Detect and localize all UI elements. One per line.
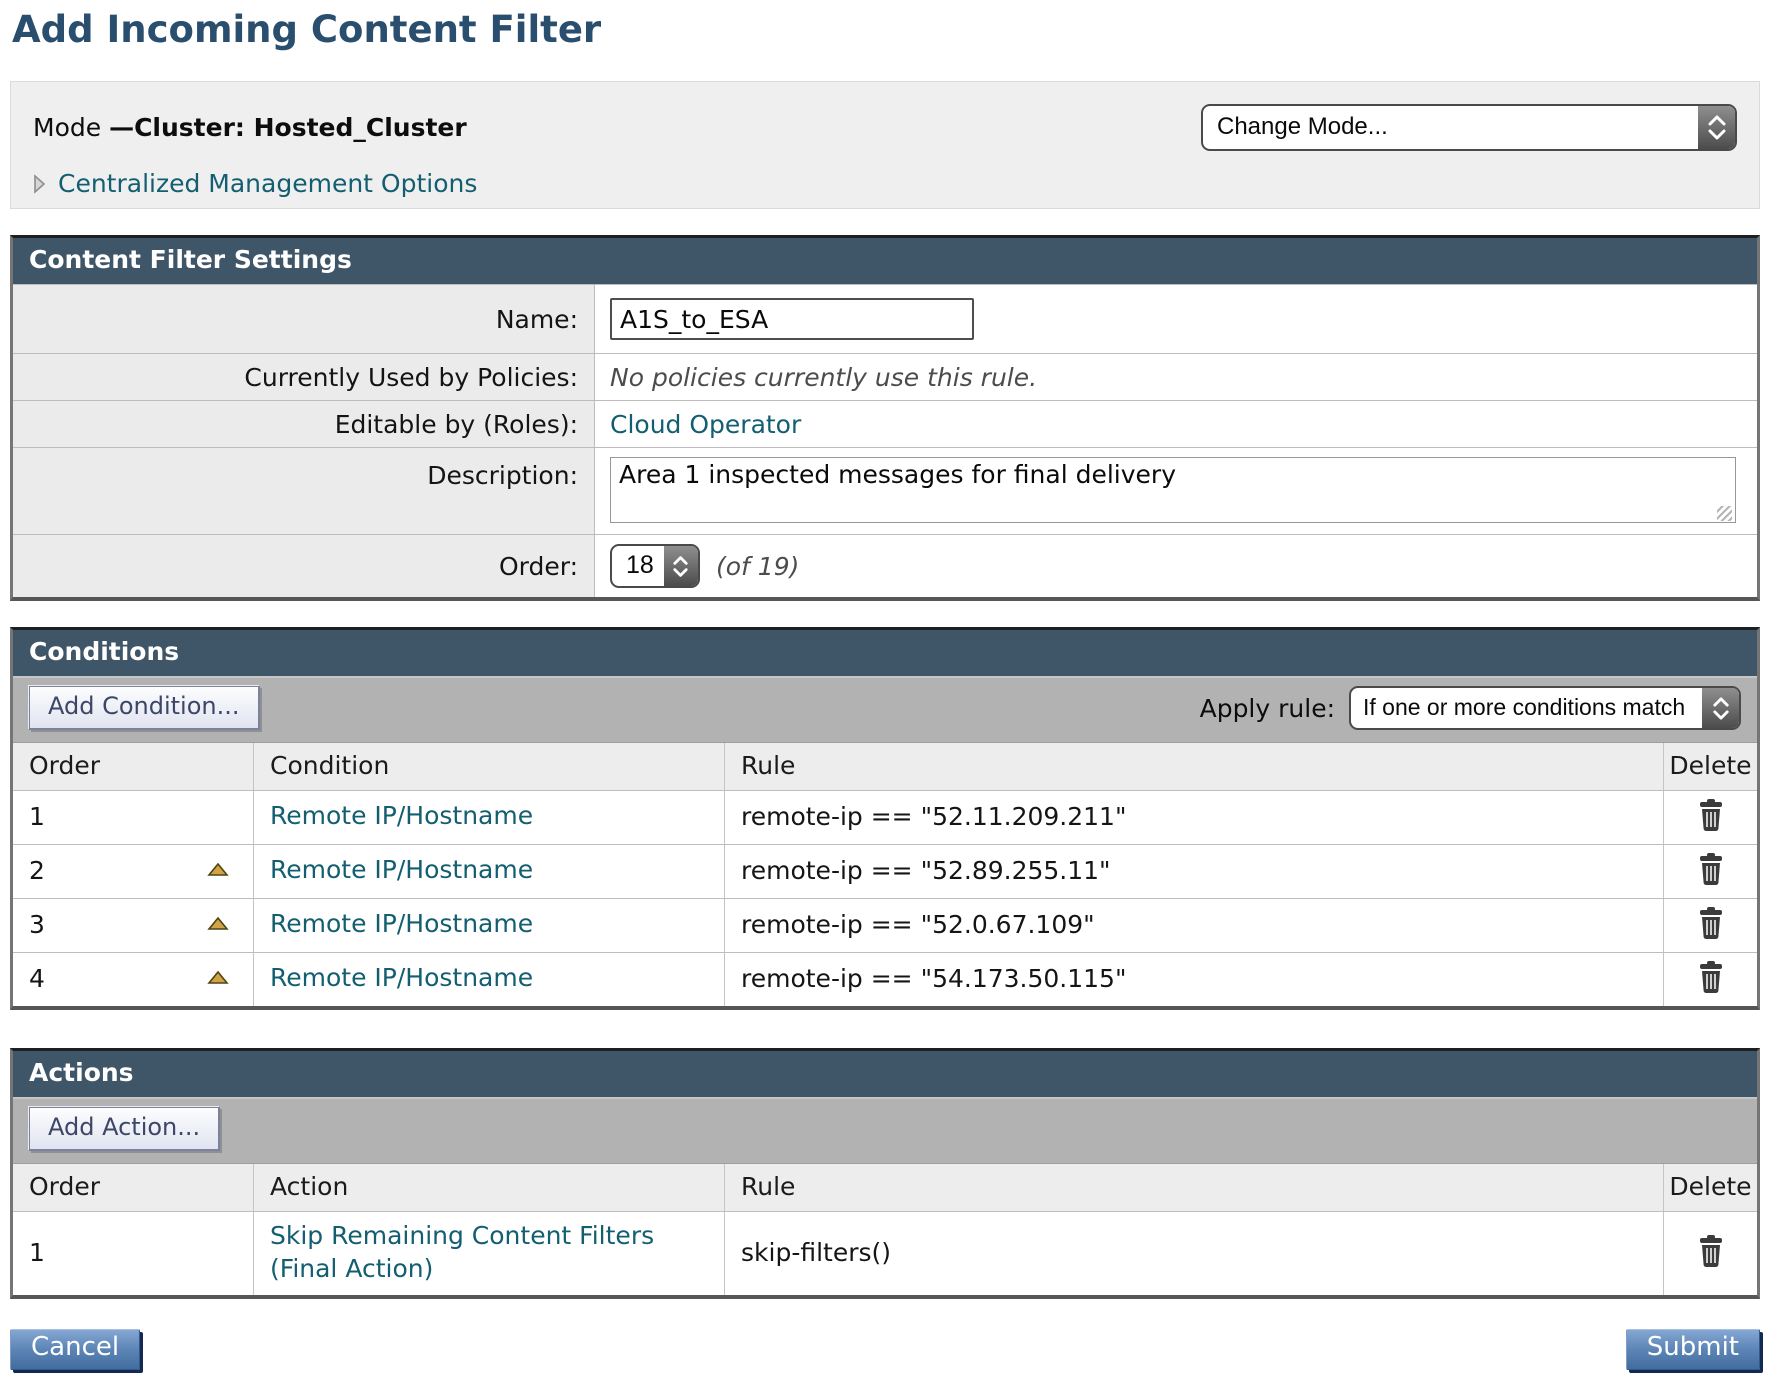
description-label: Description:	[13, 448, 595, 534]
condition-rule: remote-ip == "52.11.209.211"	[724, 791, 1663, 844]
trash-icon	[1697, 961, 1725, 996]
actions-section: Actions Add Action... Order Action Rule …	[10, 1048, 1760, 1299]
add-action-button[interactable]: Add Action...	[29, 1107, 220, 1151]
name-row: Name:	[13, 284, 1757, 353]
add-condition-button[interactable]: Add Condition...	[29, 686, 260, 730]
condition-order: 3	[29, 910, 45, 939]
order-selected-value: 18	[612, 546, 664, 586]
centralized-management-options-link[interactable]: Centralized Management Options	[58, 169, 477, 198]
actions-column-headers: Order Action Rule Delete	[13, 1164, 1757, 1211]
condition-order: 4	[29, 964, 45, 993]
condition-link[interactable]: Remote IP/Hostname	[270, 962, 533, 995]
submit-button[interactable]: Submit	[1626, 1329, 1760, 1370]
action-order: 1	[29, 1238, 45, 1267]
disclosure-triangle-icon[interactable]	[33, 174, 46, 194]
condition-link[interactable]: Remote IP/Hostname	[270, 908, 533, 941]
column-header-condition: Condition	[253, 743, 724, 790]
move-up-arrow-icon	[207, 916, 229, 934]
select-stepper-icon	[1702, 688, 1739, 728]
column-header-delete: Delete	[1663, 743, 1757, 790]
trash-icon	[1697, 907, 1725, 942]
actions-toolbar: Add Action...	[13, 1097, 1757, 1164]
delete-condition-button[interactable]	[1697, 799, 1725, 834]
move-up-button[interactable]	[207, 916, 229, 934]
description-row: Description: Area 1 inspected messages f…	[13, 447, 1757, 534]
editable-row: Editable by (Roles): Cloud Operator	[13, 400, 1757, 447]
description-textarea[interactable]: Area 1 inspected messages for final deli…	[610, 457, 1736, 523]
change-mode-selected-value: Change Mode...	[1203, 106, 1698, 149]
delete-condition-button[interactable]	[1697, 853, 1725, 888]
order-row: Order: 18 (of 19)	[13, 534, 1757, 597]
content-filter-settings-section: Content Filter Settings Name: Currently …	[10, 235, 1760, 601]
column-header-rule: Rule	[724, 743, 1663, 790]
column-header-action: Action	[253, 1164, 724, 1211]
conditions-toolbar: Add Condition... Apply rule: If one or m…	[13, 676, 1757, 743]
trash-icon	[1697, 1235, 1725, 1270]
trash-icon	[1697, 853, 1725, 888]
order-select[interactable]: 18	[610, 544, 700, 588]
column-header-rule: Rule	[724, 1164, 1663, 1211]
cancel-button[interactable]: Cancel	[10, 1329, 140, 1370]
conditions-section: Conditions Add Condition... Apply rule: …	[10, 627, 1760, 1010]
delete-action-button[interactable]	[1697, 1235, 1725, 1270]
mode-label: Mode	[33, 113, 109, 142]
policies-label: Currently Used by Policies:	[13, 354, 595, 400]
mode-panel: Mode —Cluster: Hosted_Cluster Change Mod…	[10, 81, 1760, 209]
select-stepper-icon	[1698, 106, 1735, 149]
condition-link[interactable]: Remote IP/Hostname	[270, 800, 533, 833]
order-label: Order:	[13, 535, 595, 597]
column-header-order: Order	[13, 743, 253, 790]
condition-order: 2	[29, 856, 45, 885]
action-link[interactable]: Skip Remaining Content Filters (Final Ac…	[270, 1220, 684, 1285]
actions-header: Actions	[13, 1051, 1757, 1097]
mode-value: —Cluster: Hosted_Cluster	[109, 113, 467, 142]
condition-rule: remote-ip == "54.173.50.115"	[724, 953, 1663, 1006]
name-input[interactable]	[610, 298, 974, 340]
editable-roles-link[interactable]: Cloud Operator	[610, 410, 801, 439]
delete-condition-button[interactable]	[1697, 907, 1725, 942]
conditions-column-headers: Order Condition Rule Delete	[13, 743, 1757, 790]
move-up-arrow-icon	[207, 970, 229, 988]
condition-order: 1	[29, 802, 45, 831]
select-stepper-icon	[664, 546, 698, 586]
move-up-button[interactable]	[207, 862, 229, 880]
policies-row: Currently Used by Policies: No policies …	[13, 353, 1757, 400]
delete-condition-button[interactable]	[1697, 961, 1725, 996]
column-header-order: Order	[13, 1164, 253, 1211]
footer-bar: Cancel Submit	[10, 1329, 1760, 1380]
editable-label: Editable by (Roles):	[13, 401, 595, 447]
condition-rule: remote-ip == "52.0.67.109"	[724, 899, 1663, 952]
policies-value: No policies currently use this rule.	[610, 363, 1037, 392]
change-mode-select[interactable]: Change Mode...	[1201, 104, 1737, 151]
column-header-delete: Delete	[1663, 1164, 1757, 1211]
condition-link[interactable]: Remote IP/Hostname	[270, 854, 533, 887]
name-label: Name:	[13, 285, 595, 353]
condition-rule: remote-ip == "52.89.255.11"	[724, 845, 1663, 898]
content-filter-settings-header: Content Filter Settings	[13, 238, 1757, 284]
move-up-arrow-icon	[207, 862, 229, 880]
trash-icon	[1697, 799, 1725, 834]
mode-text: Mode —Cluster: Hosted_Cluster	[33, 113, 467, 142]
table-row: 4 Remote IP/Hostname remote-ip == "54.17…	[13, 952, 1757, 1006]
table-row: 2 Remote IP/Hostname remote-ip == "52.89…	[13, 844, 1757, 898]
apply-rule-label: Apply rule:	[1200, 694, 1335, 723]
apply-rule-select[interactable]: If one or more conditions match	[1349, 686, 1741, 730]
conditions-header: Conditions	[13, 630, 1757, 676]
table-row: 3 Remote IP/Hostname remote-ip == "52.0.…	[13, 898, 1757, 952]
order-total-note: (of 19)	[716, 552, 799, 581]
move-up-button[interactable]	[207, 970, 229, 988]
apply-rule-selected-value: If one or more conditions match	[1351, 688, 1702, 728]
page-title: Add Incoming Content Filter	[12, 8, 1770, 51]
table-row: 1 Skip Remaining Content Filters (Final …	[13, 1211, 1757, 1295]
table-row: 1 Remote IP/Hostname remote-ip == "52.11…	[13, 790, 1757, 844]
action-rule: skip-filters()	[724, 1212, 1663, 1295]
